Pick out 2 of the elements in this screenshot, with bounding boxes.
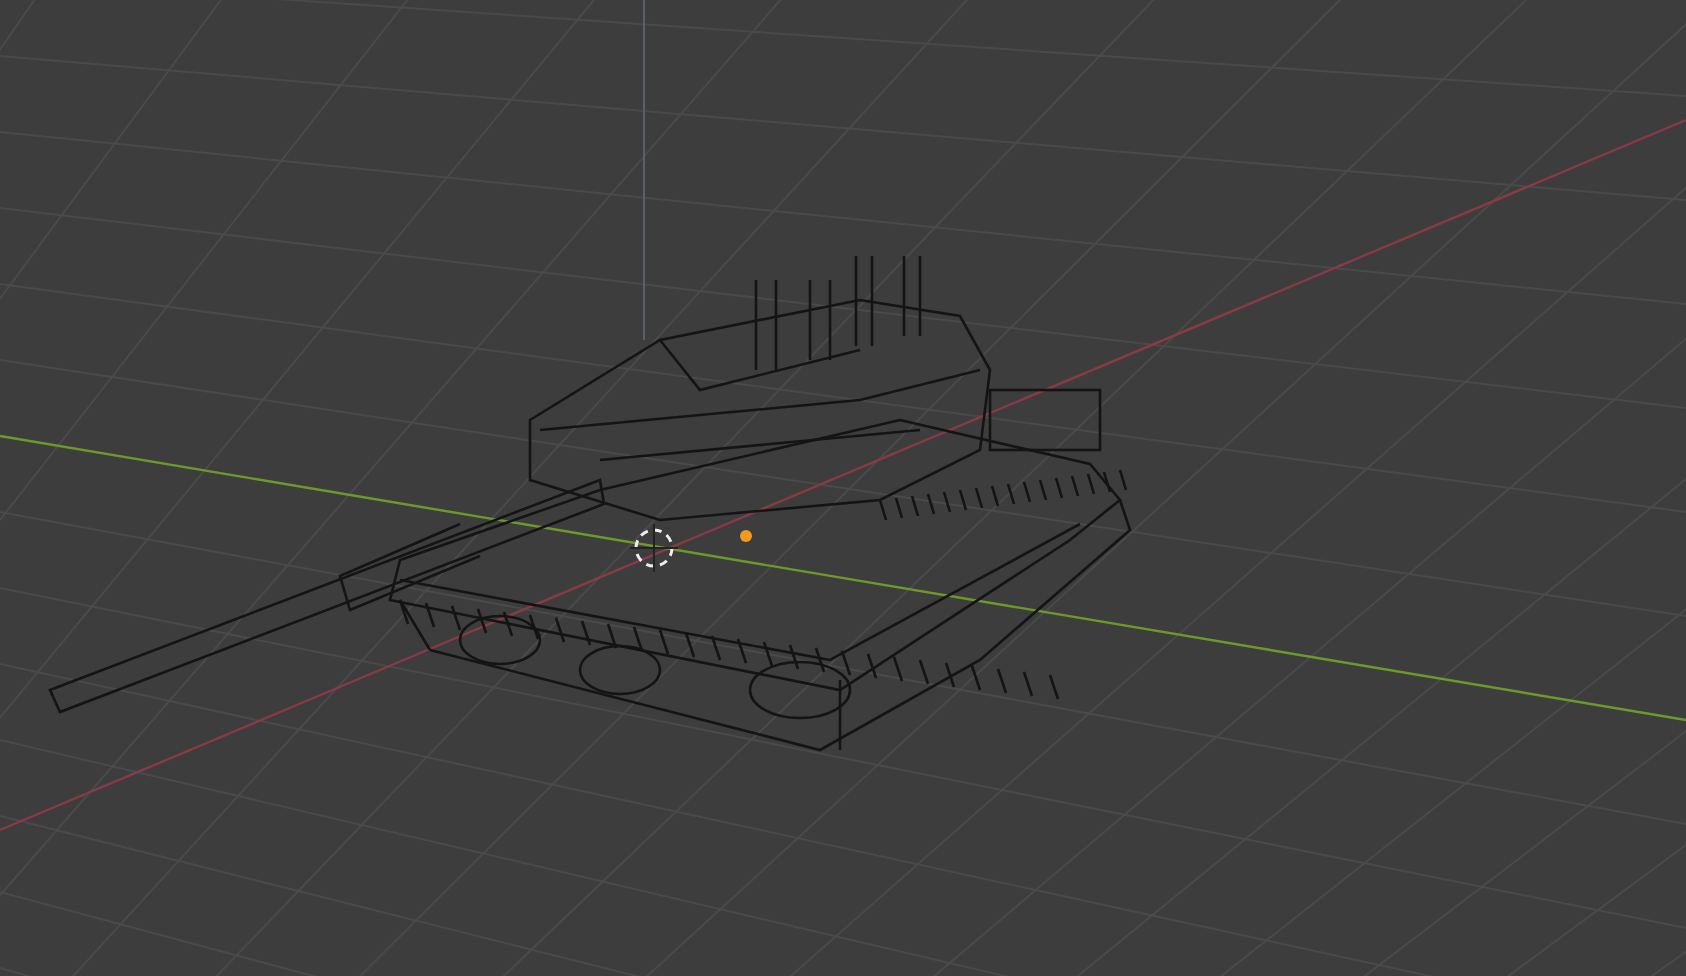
- origin-dot-icon: [740, 530, 752, 542]
- 3d-cursor-icon: [629, 523, 679, 573]
